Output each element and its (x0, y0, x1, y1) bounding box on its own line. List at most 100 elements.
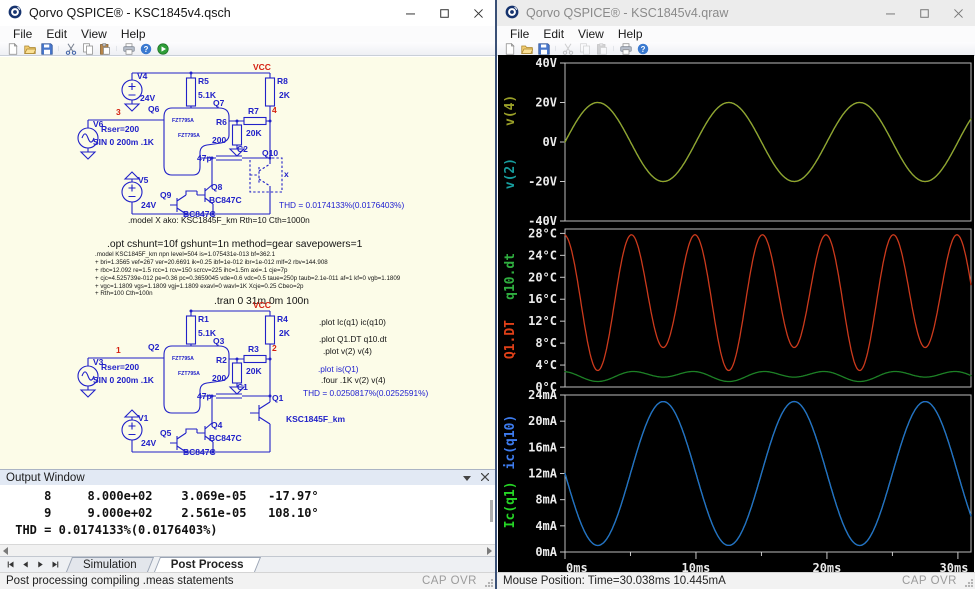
waveform-plot-area[interactable]: 40V 20V 0V -20V -40V v(4) v(2) 28°C 24°C 20°C 16°C… (498, 55, 974, 575)
schematic-label-x[interactable]: x (284, 169, 289, 179)
schematic-label-q7[interactable]: Q7 (213, 98, 225, 108)
schematic-label-v5[interactable]: V5 (138, 175, 149, 185)
minimize-button[interactable] (393, 0, 427, 26)
tab-next-icon[interactable] (33, 559, 47, 571)
schematic-label-v1[interactable]: V1 (138, 413, 149, 423)
scroll-right-icon[interactable] (485, 546, 493, 555)
schematic-label-q10[interactable]: Q10 (262, 148, 278, 158)
menu-view[interactable]: View (571, 27, 611, 41)
menu-edit[interactable]: Edit (536, 27, 571, 41)
paste-icon[interactable] (96, 42, 113, 55)
schematic-label-rth-100-cth-100n[interactable]: + Rth=100 Cth=100n (95, 290, 153, 297)
schematic-label-vcc[interactable]: VCC (253, 62, 271, 72)
schematic-label-2k[interactable]: 2K (279, 90, 291, 100)
schematic-label-2k[interactable]: 2K (279, 328, 291, 338)
plot-box-1[interactable] (564, 62, 972, 222)
schematic-label-vcc[interactable]: VCC (253, 300, 271, 310)
schematic-label-r5[interactable]: R5 (198, 76, 209, 86)
open-folder-icon[interactable] (518, 42, 535, 55)
maximize-button[interactable] (427, 0, 461, 26)
menu-edit[interactable]: Edit (39, 27, 74, 41)
schematic-label-fzt795a[interactable]: FZT795A (178, 371, 200, 377)
schematic-titlebar[interactable]: Qorvo QSPICE® - KSC1845v4.qsch (0, 0, 495, 26)
schematic-label-r1[interactable]: R1 (198, 314, 209, 324)
schematic-label-20k[interactable]: 20K (246, 366, 262, 376)
schematic-label-plot-ic-q1-ic-q10[interactable]: .plot Ic(q1) ic(q10) (319, 317, 386, 327)
schematic-label-cjc-4-525739e-012-pe-0-36-pc[interactable]: + cjc=4.525739e-012 pe=0.36 pc=0.3659045… (95, 275, 401, 282)
schematic-label-plot-is-q1[interactable]: .plot is(Q1) (318, 364, 359, 374)
schematic-label-24v[interactable]: 24V (141, 438, 156, 448)
save-icon[interactable] (38, 42, 55, 55)
schematic-label-r7[interactable]: R7 (248, 106, 259, 116)
schematic-label-q4[interactable]: Q4 (211, 420, 223, 430)
legend-q1-dt[interactable]: Q1.DT (503, 320, 518, 359)
legend-ic-q1[interactable]: Ic(q1) (503, 481, 518, 528)
schematic-label-r8[interactable]: R8 (277, 76, 288, 86)
schematic-label-fzt795a[interactable]: FZT795A (172, 118, 194, 124)
menu-file[interactable]: File (503, 27, 536, 41)
tab-prev-icon[interactable] (18, 559, 32, 571)
legend-q10-dt[interactable]: q10.dt (503, 253, 518, 300)
new-document-icon[interactable] (501, 42, 518, 55)
print-icon[interactable] (120, 42, 137, 55)
schematic-label-200[interactable]: 200 (212, 373, 226, 383)
schematic-label-q5[interactable]: Q5 (160, 428, 172, 438)
menu-file[interactable]: File (6, 27, 39, 41)
tab-first-icon[interactable] (3, 559, 17, 571)
resize-grip[interactable] (965, 579, 973, 587)
close-button[interactable] (461, 0, 495, 26)
legend-v-2[interactable]: v(2) (503, 158, 518, 189)
schematic-label-20k[interactable]: 20K (246, 128, 262, 138)
schematic-label-r6[interactable]: R6 (216, 117, 227, 127)
schematic-label-2[interactable]: 2 (272, 343, 277, 353)
schematic-label-sin-0-200m-1k[interactable]: SIN 0 200m .1K (93, 375, 155, 385)
output-vertical-scrollbar[interactable] (490, 500, 493, 522)
plot-box-2[interactable] (564, 228, 972, 388)
schematic-label-bc847c[interactable]: BC847C (209, 433, 242, 443)
schematic-canvas[interactable]: V4 24V R5 5.1K VCC R8 2K Q7 Q6 FZT795A FZT795A 3 V6 R… (0, 57, 495, 469)
cut-icon[interactable] (62, 42, 79, 55)
schematic-label-c1[interactable]: C1 (237, 382, 248, 392)
schematic-label-r3[interactable]: R3 (248, 344, 259, 354)
schematic-label-thd-0-0250817-0-0252591[interactable]: THD = 0.0250817%(0.0252591%) (303, 388, 428, 398)
output-log[interactable]: 8 8.000e+02 3.069e-05 -17.97° 9 9.000e+0… (0, 485, 495, 544)
schematic-label-c2[interactable]: C2 (237, 144, 248, 154)
schematic-label-bri-1-3565-vef-267-ver-20-66[interactable]: + bri=1.3565 vef=267 ver=20.6691 ik=0.25… (95, 259, 328, 266)
scroll-left-icon[interactable] (2, 546, 10, 555)
schematic-label-sin-0-200m-1k[interactable]: SIN 0 200m .1K (93, 137, 155, 147)
print-icon[interactable] (617, 42, 634, 55)
legend-ic-q10[interactable]: ic(q10) (503, 415, 518, 470)
schematic-label-bc847c[interactable]: BC847C (183, 447, 216, 457)
menu-help[interactable]: Help (114, 27, 153, 41)
maximize-button[interactable] (907, 0, 941, 26)
schematic-label-model-ksc1845f-km-npn-level-[interactable]: .model KSC1845F_km npn level=504 is=1.07… (95, 251, 276, 258)
resize-grip[interactable] (485, 579, 493, 587)
minimize-button[interactable] (873, 0, 907, 26)
schematic-label-47p[interactable]: 47p (197, 391, 212, 401)
open-folder-icon[interactable] (21, 42, 38, 55)
output-close-icon[interactable] (480, 472, 490, 484)
schematic-label-200[interactable]: 200 (212, 135, 226, 145)
schematic-label-24v[interactable]: 24V (140, 93, 155, 103)
schematic-label-q6[interactable]: Q6 (148, 104, 160, 114)
schematic-label-rser-200[interactable]: Rser=200 (101, 124, 139, 134)
schematic-label-4[interactable]: 4 (272, 105, 277, 115)
schematic-label-v4[interactable]: V4 (137, 71, 148, 81)
schematic-label-bc847c[interactable]: BC847C (209, 195, 242, 205)
schematic-label-opt-cshunt-10f-gshunt-1n-met[interactable]: .opt cshunt=10f gshunt=1n method=gear sa… (107, 239, 363, 250)
schematic-label-r4[interactable]: R4 (277, 314, 288, 324)
tab-last-icon[interactable] (48, 559, 62, 571)
new-document-icon[interactable] (4, 42, 21, 55)
schematic-label-q1[interactable]: Q1 (272, 393, 284, 403)
close-button[interactable] (941, 0, 975, 26)
schematic-label-plot-q1-dt-q10-dt[interactable]: .plot Q1.DT q10.dt (319, 334, 387, 344)
run-icon[interactable] (154, 42, 171, 55)
schematic-label-fzt795a[interactable]: FZT795A (172, 356, 194, 362)
menu-view[interactable]: View (74, 27, 114, 41)
schematic-label-thd-0-0174133-0-0176403[interactable]: THD = 0.0174133%(0.0176403%) (279, 200, 404, 210)
schematic-label-four-1k-v-2-v-4[interactable]: .four .1K v(2) v(4) (321, 375, 386, 385)
schematic-label-fzt795a[interactable]: FZT795A (178, 133, 200, 139)
output-dropdown-icon[interactable] (463, 472, 471, 484)
menu-help[interactable]: Help (611, 27, 650, 41)
help-icon[interactable]: ? (137, 42, 154, 55)
